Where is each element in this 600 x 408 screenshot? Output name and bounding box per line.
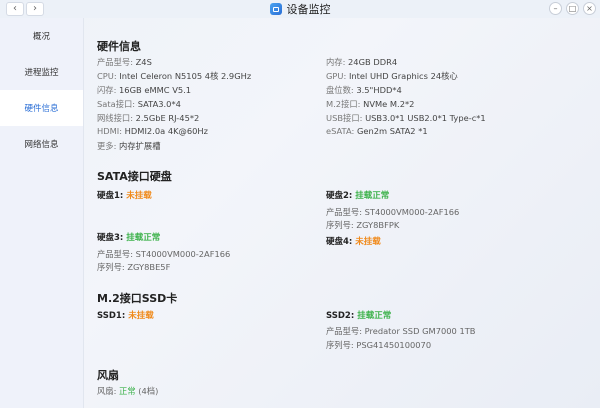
disk3-serial: 序列号: ZGY8BE5F bbox=[97, 262, 171, 272]
ssd2-serial: 序列号: PSG41450100070 bbox=[326, 340, 432, 350]
fan-status: 风扇: 正常 (4档) bbox=[97, 386, 159, 396]
main-content: 硬件信息 产品型号: Z4S CPU: Intel Celeron N5105 … bbox=[84, 18, 600, 408]
hw-row-esata: eSATA: Gen2m SATA2 *1 bbox=[326, 126, 428, 136]
sidebar-item-label: 硬件信息 bbox=[24, 104, 59, 114]
status-badge: 挂载正常 bbox=[357, 311, 392, 321]
close-icon: × bbox=[586, 3, 593, 13]
window-title-group: 设备监控 bbox=[269, 1, 331, 17]
status-badge: 正常 bbox=[119, 386, 136, 396]
hw-row-hdmi: HDMI: HDMI2.0a 4K@60Hz bbox=[97, 126, 208, 136]
device-monitor-app-icon bbox=[269, 3, 282, 15]
sidebar-item-network-info[interactable]: 网络信息 bbox=[0, 126, 83, 162]
ssd2-model: 产品型号: Predator SSD GM7000 1TB bbox=[326, 326, 476, 336]
hw-row-more: 更多: 内存扩展槽 bbox=[97, 141, 161, 151]
chevron-left-icon: ‹ bbox=[13, 3, 17, 14]
minimize-icon: – bbox=[553, 3, 558, 13]
back-button[interactable]: ‹ bbox=[6, 2, 24, 16]
hw-row-flash: 闪存: 16GB eMMC V5.1 bbox=[97, 85, 192, 95]
nav-buttons: ‹ › bbox=[6, 2, 44, 16]
status-badge: 未挂载 bbox=[126, 191, 152, 201]
status-badge: 挂载正常 bbox=[126, 233, 161, 243]
ssd1-status: SSD1: 未挂载 bbox=[97, 311, 154, 321]
status-badge: 未挂载 bbox=[128, 311, 154, 321]
disk2-model: 产品型号: ST4000VM000-2AF166 bbox=[326, 207, 460, 217]
sidebar-item-label: 进程监控 bbox=[24, 68, 59, 78]
hw-row-ethernet: 网线接口: 2.5GbE RJ-45*2 bbox=[97, 113, 200, 123]
window-controls: – □ × bbox=[549, 2, 596, 15]
chevron-right-icon: › bbox=[33, 3, 37, 14]
disk3-status: 硬盘3: 挂载正常 bbox=[97, 233, 161, 243]
sata-section-title: SATA接口硬盘 bbox=[97, 170, 172, 183]
hardware-section-title: 硬件信息 bbox=[97, 40, 141, 53]
status-badge: 挂载正常 bbox=[355, 191, 390, 201]
hw-row-usb: USB接口: USB3.0*1 USB2.0*1 Type-c*1 bbox=[326, 113, 486, 123]
m2-section-title: M.2接口SSD卡 bbox=[97, 292, 178, 305]
hw-row-m2: M.2接口: NVMe M.2*2 bbox=[326, 99, 415, 109]
forward-button[interactable]: › bbox=[26, 2, 44, 16]
status-badge: 未挂载 bbox=[355, 237, 381, 247]
maximize-button[interactable]: □ bbox=[566, 2, 579, 15]
hw-row-sata: Sata接口: SATA3.0*4 bbox=[97, 99, 181, 109]
hw-row-model: 产品型号: Z4S bbox=[97, 57, 152, 67]
disk2-serial: 序列号: ZGY8BFPK bbox=[326, 220, 400, 230]
sidebar-item-overview[interactable]: 概况 bbox=[0, 18, 83, 54]
maximize-icon: □ bbox=[568, 3, 577, 13]
hw-row-cpu: CPU: Intel Celeron N5105 4核 2.9GHz bbox=[97, 71, 252, 81]
disk3-model: 产品型号: ST4000VM000-2AF166 bbox=[97, 249, 231, 259]
window-title: 设备监控 bbox=[286, 3, 331, 16]
disk2-status: 硬盘2: 挂载正常 bbox=[326, 191, 390, 201]
hw-row-memory: 内存: 24GB DDR4 bbox=[326, 57, 398, 67]
title-bar: ‹ › 设备监控 – □ × bbox=[0, 0, 600, 18]
hw-row-bays: 盘位数: 3.5"HDD*4 bbox=[326, 85, 402, 95]
disk4-status: 硬盘4: 未挂载 bbox=[326, 237, 381, 247]
minimize-button[interactable]: – bbox=[549, 2, 562, 15]
disk1-status: 硬盘1: 未挂载 bbox=[97, 191, 152, 201]
fan-section-title: 风扇 bbox=[97, 369, 119, 382]
sidebar-item-hardware-info[interactable]: 硬件信息 bbox=[0, 90, 83, 126]
sidebar-item-label: 概况 bbox=[32, 32, 50, 42]
close-button[interactable]: × bbox=[583, 2, 596, 15]
hw-row-gpu: GPU: Intel UHD Graphics 24核心 bbox=[326, 71, 458, 81]
ssd2-status: SSD2: 挂载正常 bbox=[326, 311, 392, 321]
sidebar-item-label: 网络信息 bbox=[24, 140, 59, 150]
sidebar: 概况 进程监控 硬件信息 网络信息 bbox=[0, 18, 84, 408]
sidebar-item-process-monitor[interactable]: 进程监控 bbox=[0, 54, 83, 90]
